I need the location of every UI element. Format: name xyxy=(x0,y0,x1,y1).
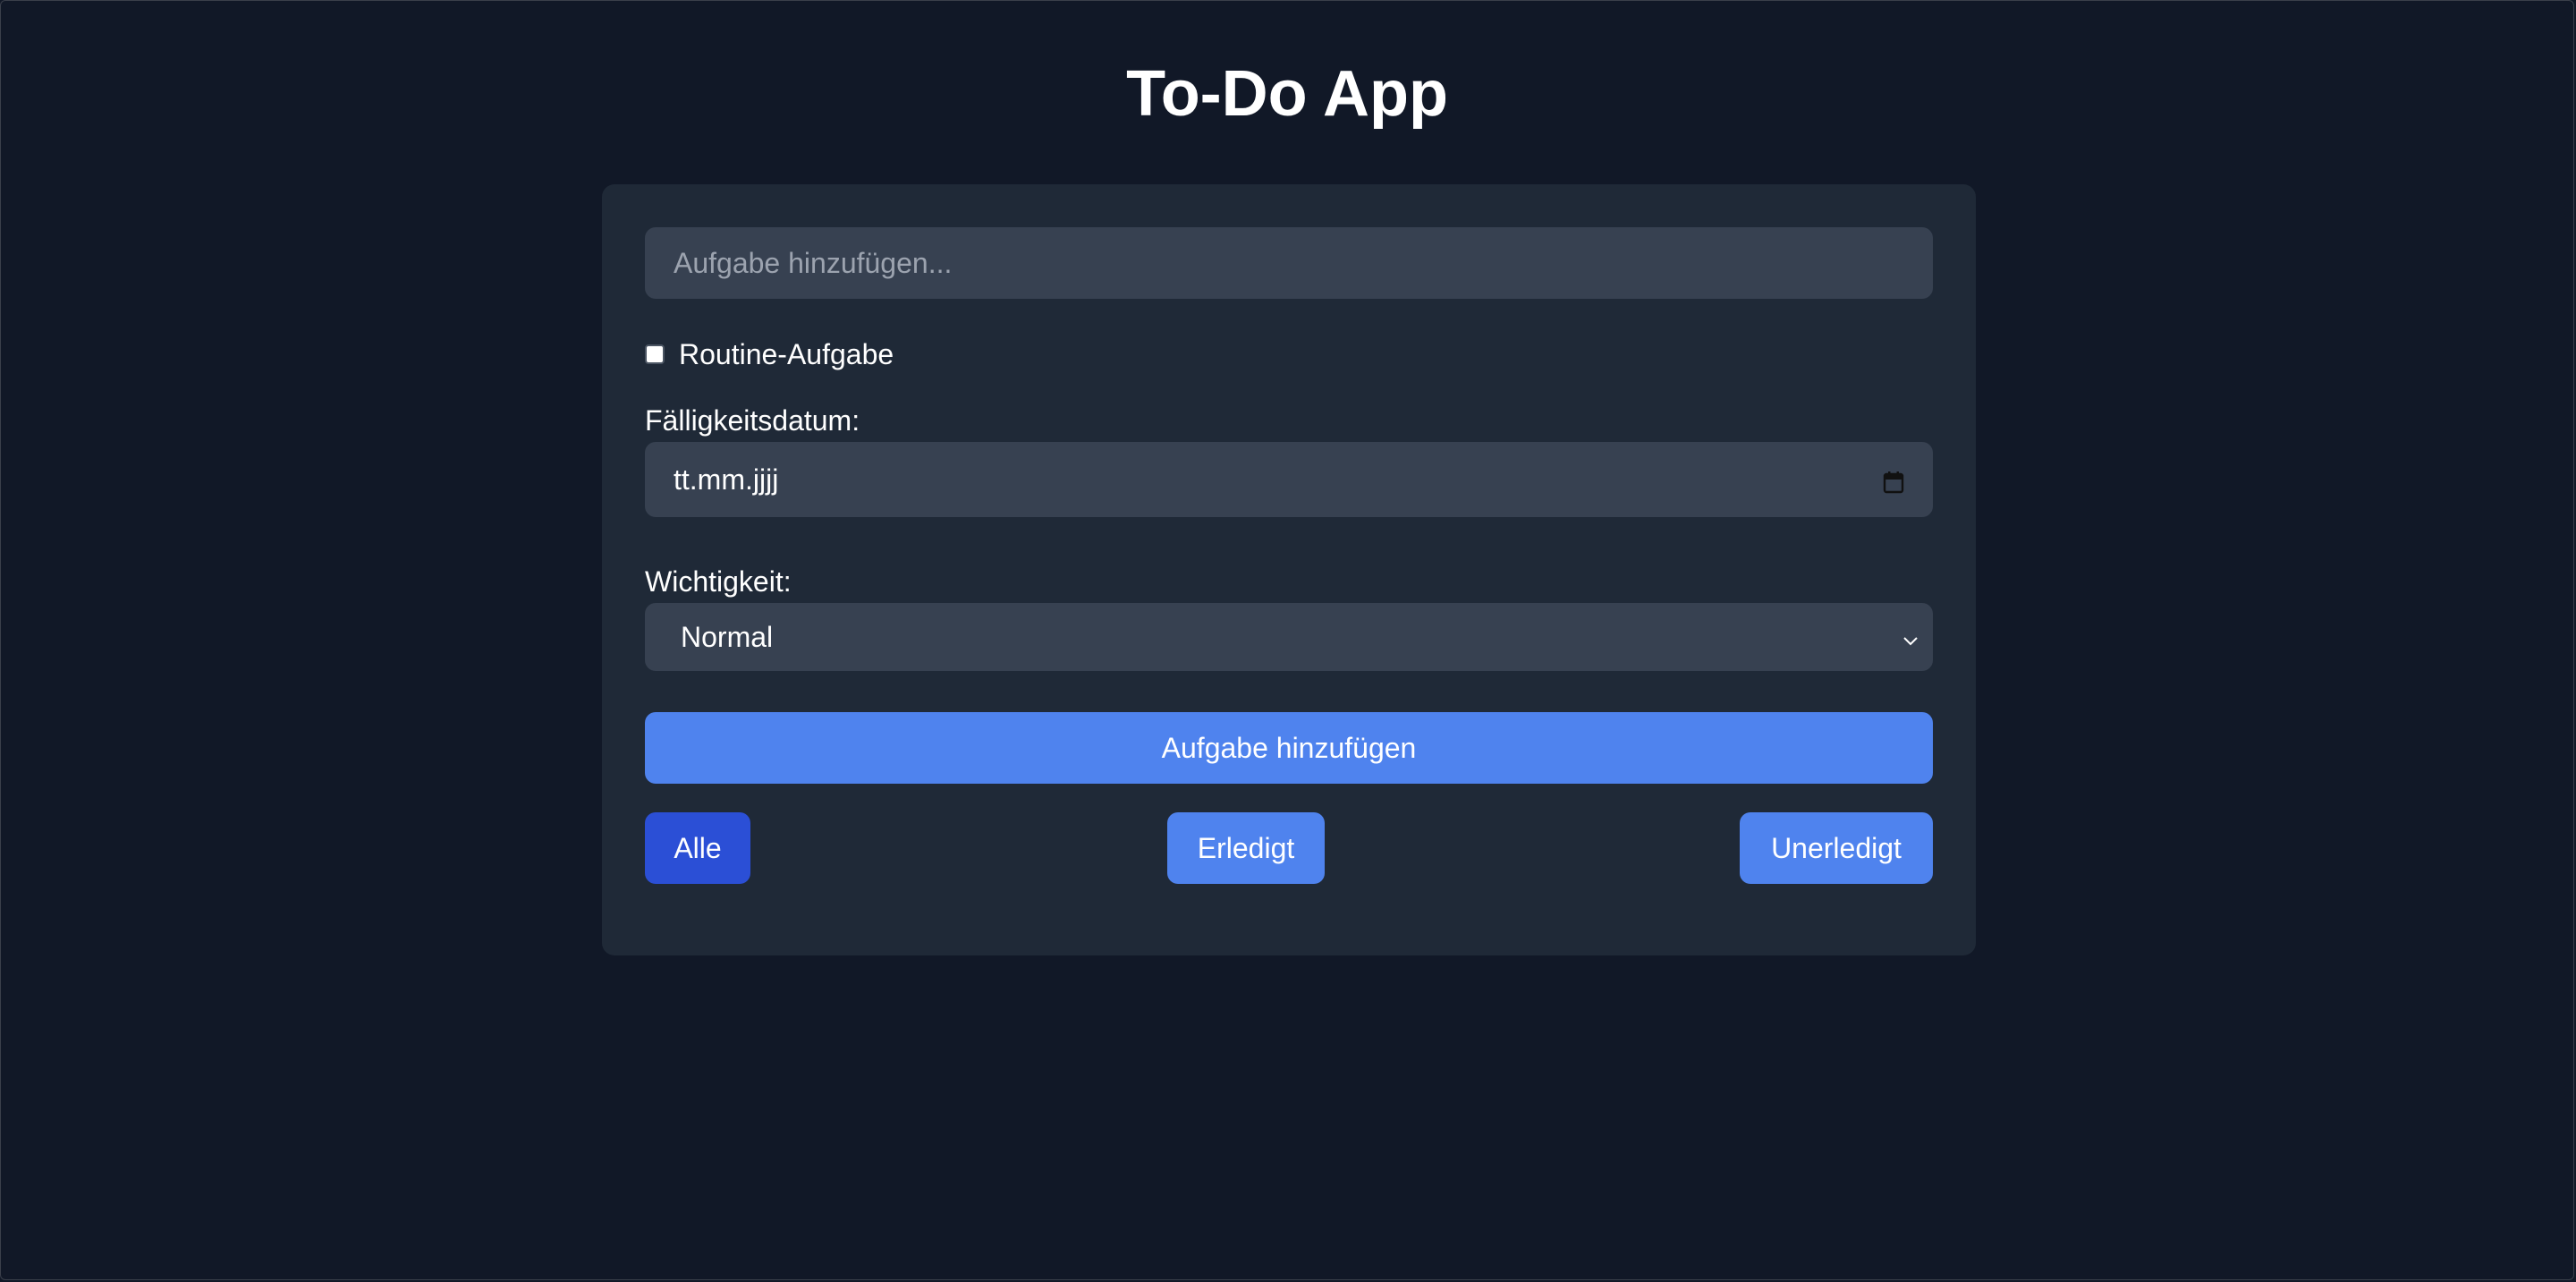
add-task-button[interactable]: Aufgabe hinzufügen xyxy=(645,712,1933,784)
page-title: To-Do App xyxy=(1126,58,1448,130)
todo-form-card: Aufgabe hinzufügen... Routine-Aufgabe Fä… xyxy=(602,184,1976,955)
due-date-input[interactable]: tt.mm.jjjj xyxy=(645,442,1933,517)
calendar-icon[interactable] xyxy=(1883,468,1904,494)
routine-checkbox-label[interactable]: Routine-Aufgabe xyxy=(679,338,894,371)
filter-all-button[interactable]: Alle xyxy=(645,812,750,884)
filter-done-button[interactable]: Erledigt xyxy=(1167,812,1325,884)
task-input[interactable]: Aufgabe hinzufügen... xyxy=(645,227,1933,299)
due-date-placeholder: tt.mm.jjjj xyxy=(674,463,779,496)
app-window: To-Do App Aufgabe hinzufügen... Routine-… xyxy=(0,0,2574,1280)
routine-checkbox[interactable] xyxy=(645,344,665,364)
filter-open-button[interactable]: Unerledigt xyxy=(1740,812,1933,884)
chevron-down-icon xyxy=(1902,621,1919,654)
routine-checkbox-row[interactable]: Routine-Aufgabe xyxy=(645,335,894,374)
task-input-placeholder: Aufgabe hinzufügen... xyxy=(674,246,953,279)
priority-label: Wichtigkeit: xyxy=(645,565,792,598)
priority-selected-value: Normal xyxy=(681,620,774,653)
due-date-label: Fälligkeitsdatum: xyxy=(645,404,860,437)
priority-select[interactable]: Normal xyxy=(645,603,1933,671)
